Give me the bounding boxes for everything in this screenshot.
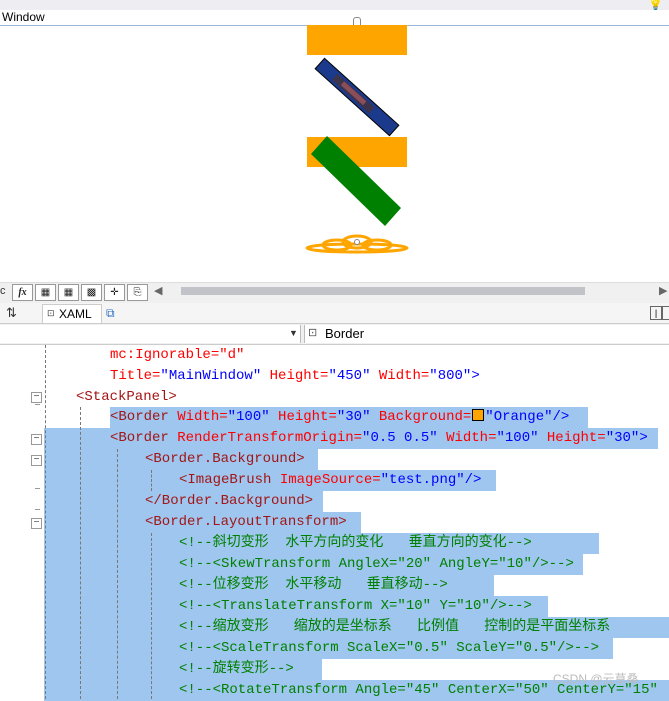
- fold-end-marker: [35, 509, 40, 510]
- chevron-down-icon: ▼: [289, 328, 298, 338]
- code-text: "0.5 0.5": [362, 430, 438, 446]
- code-line: mc:Ignorable="d": [110, 345, 244, 366]
- code-text: "100": [496, 430, 539, 446]
- zoom-arrow-icon[interactable]: c: [0, 284, 6, 299]
- snap-grid-button[interactable]: ▦: [58, 284, 79, 301]
- scroll-left-icon[interactable]: ◀: [154, 284, 162, 299]
- swap-panes-icon[interactable]: ⇅: [6, 304, 17, 322]
- fold-toggle-border[interactable]: −: [31, 434, 42, 445]
- code-comment: <!--<TranslateTransform X="10" Y="10"/>-…: [179, 598, 532, 614]
- scroll-right-icon[interactable]: ▶: [659, 284, 667, 299]
- fold-end-marker: [35, 488, 40, 489]
- fold-toggle-layout-transform[interactable]: −: [31, 518, 42, 529]
- watermark: CSDN @云草桑: [553, 672, 639, 686]
- code-text: <Border: [110, 430, 169, 446]
- orange-color-swatch-icon[interactable]: [472, 409, 485, 421]
- copy-button[interactable]: ⎘: [127, 284, 148, 301]
- indent-guide: [45, 345, 46, 699]
- code-comment: <!--旋转变形-->: [179, 661, 294, 677]
- window-title: Window: [2, 10, 45, 24]
- code-comment: <!--位移变形 水平移动 垂直移动-->: [179, 577, 448, 593]
- code-text: mc:Ignorable="d": [110, 347, 245, 363]
- xaml-file-icon: ⊡: [47, 308, 55, 318]
- indent-guide: [151, 533, 152, 699]
- code-text: "100": [227, 409, 270, 425]
- code-line: </Border.Background>: [145, 491, 313, 512]
- tab-xaml[interactable]: ⊡ XAML: [42, 304, 102, 323]
- grid-button[interactable]: ▦: [35, 284, 56, 301]
- code-text: >: [471, 368, 480, 384]
- lightbulb-icon[interactable]: 💡: [648, 0, 663, 10]
- code-line: <Border Width="100" Height="30" Backgrou…: [110, 407, 569, 428]
- code-text: <Border.Background>: [145, 451, 305, 467]
- indent-guide: [117, 449, 118, 699]
- fold-end-marker: [35, 404, 40, 405]
- code-text: <Border.LayoutTransform>: [145, 514, 347, 530]
- element-icon: ⊡: [308, 327, 318, 339]
- indent-guide: [151, 470, 152, 491]
- code-text: Height=: [269, 409, 337, 425]
- code-text: Width=: [437, 430, 497, 446]
- tab-xaml-label: XAML: [59, 307, 92, 321]
- code-text: Width=: [168, 409, 228, 425]
- code-comment: <!--<ScaleTransform ScaleX="0.5" ScaleY=…: [179, 640, 600, 656]
- code-line: <Border RenderTransformOrigin="0.5 0.5" …: [110, 428, 648, 449]
- code-text: Title=: [110, 368, 161, 384]
- code-text: Height=: [261, 368, 329, 384]
- code-text: Background=: [370, 409, 472, 425]
- code-line: <Border.LayoutTransform>: [145, 512, 347, 533]
- code-text: ImageSource=: [271, 472, 381, 488]
- code-line: Title="MainWindow" Height="450" Width="8…: [110, 366, 480, 387]
- transformed-orange-shape-preview[interactable]: [304, 232, 410, 256]
- code-comment: <!--缩放变形 缩放的是坐标系 比例值 控制的是平面坐标系: [179, 619, 611, 635]
- code-text: "Orange": [485, 409, 553, 425]
- element-dropdown[interactable]: ⊡ Border: [304, 325, 669, 343]
- code-text: <Border: [110, 409, 169, 425]
- code-text: "30": [605, 430, 640, 446]
- code-text: </Border.Background>: [145, 493, 314, 509]
- code-text: "450": [328, 368, 371, 384]
- code-text: />: [552, 409, 570, 425]
- indent-guide: [80, 407, 81, 699]
- code-text: Height=: [538, 430, 606, 446]
- code-line: <StackPanel>: [76, 387, 177, 408]
- code-comment: <!--<SkewTransform AngleX="20" AngleY="1…: [179, 556, 574, 572]
- code-text: <ImageBrush: [179, 472, 272, 488]
- split-horizontal-icon[interactable]: [662, 306, 669, 320]
- snap-lines-button[interactable]: ✛: [104, 284, 125, 301]
- code-text: Width=: [370, 368, 430, 384]
- artboard-button[interactable]: ▩: [81, 284, 102, 301]
- code-comment: <!--斜切变形 水平方向的变化 垂直方向的变化-->: [179, 535, 532, 551]
- fold-toggle-border-background[interactable]: −: [31, 455, 42, 466]
- green-transform-border-preview[interactable]: [305, 130, 415, 230]
- window-title-bar: Window: [0, 10, 669, 26]
- split-vertical-icon[interactable]: |: [650, 306, 662, 320]
- code-text: "30": [336, 409, 371, 425]
- code-text: >: [639, 430, 648, 446]
- horizontal-scrollbar-thumb[interactable]: [181, 287, 585, 295]
- element-dropdown-value: Border: [325, 326, 365, 341]
- code-text: />: [464, 472, 482, 488]
- code-text: "MainWindow": [160, 368, 262, 384]
- code-text: RenderTransformOrigin=: [168, 430, 363, 446]
- popout-icon[interactable]: ⧉: [106, 305, 115, 321]
- code-text: "test.png": [380, 472, 465, 488]
- code-text: <StackPanel>: [76, 389, 177, 405]
- code-line: <Border.Background>: [145, 449, 305, 470]
- scope-dropdown[interactable]: ▼: [0, 325, 301, 343]
- code-line: <ImageBrush ImageSource="test.png"/>: [179, 470, 481, 491]
- formula-fx-button[interactable]: fx: [12, 284, 33, 301]
- fold-toggle-stackpanel[interactable]: −: [31, 392, 42, 403]
- code-text: "800": [429, 368, 472, 384]
